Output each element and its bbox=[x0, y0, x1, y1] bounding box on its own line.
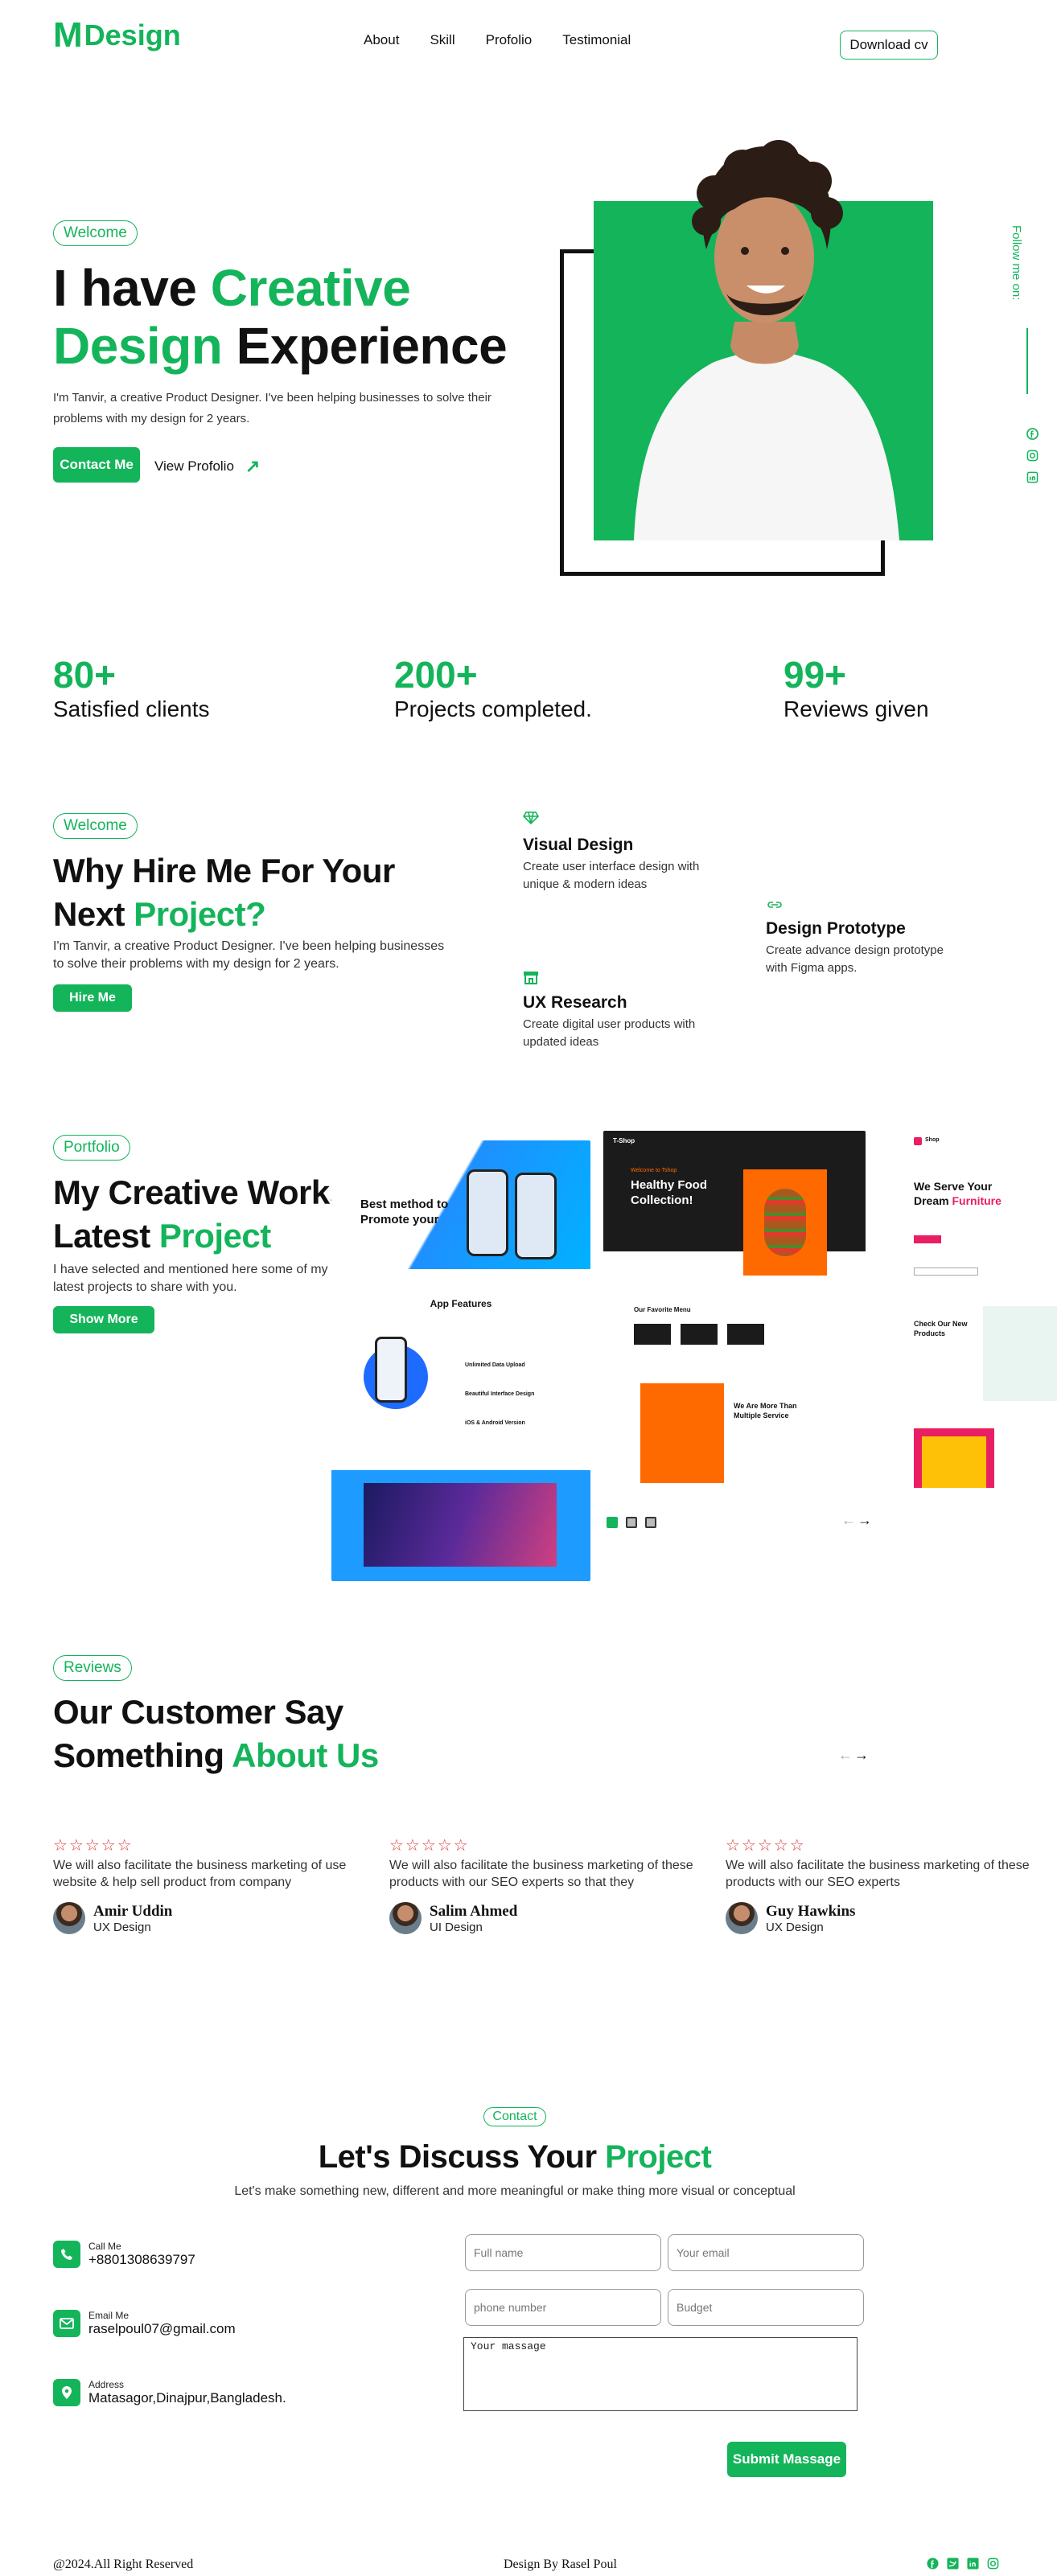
contact-email: Email Me raselpoul07@gmail.com bbox=[53, 2310, 236, 2337]
twitter-icon[interactable] bbox=[947, 2558, 959, 2570]
carousel-dot-1[interactable] bbox=[607, 1517, 618, 1528]
review-card: ☆☆☆☆☆ We will also facilitate the busine… bbox=[53, 1835, 375, 1934]
service-design-prototype: Design Prototype Create advance design p… bbox=[766, 899, 967, 977]
linkedin-icon[interactable] bbox=[1026, 471, 1038, 483]
stat-clients: 80+ Satisfied clients bbox=[53, 654, 210, 721]
contact-badge-wrap: Contact bbox=[0, 2107, 1030, 2126]
follow-label: Follow me on: bbox=[1010, 225, 1023, 301]
footer-copyright: @2024.All Right Reserved bbox=[53, 2558, 194, 2571]
location-pin-icon bbox=[53, 2379, 80, 2406]
download-cv-button[interactable]: Download cv bbox=[840, 31, 938, 60]
contact-call: Call Me +8801308639797 bbox=[53, 2241, 195, 2268]
contact-title: Let's Discuss Your Project bbox=[318, 2139, 712, 2175]
footer-credit: Design By Rasel Poul bbox=[504, 2558, 617, 2571]
rating-stars: ☆☆☆☆☆ bbox=[726, 1837, 806, 1855]
arrow-right-icon[interactable]: → bbox=[858, 1512, 872, 1529]
carousel-dot-2[interactable] bbox=[626, 1517, 637, 1528]
service-ux-research: UX Research Create digital user products… bbox=[523, 970, 724, 1051]
portfolio-card-furniture[interactable]: Shop We Serve Your Dream Furniture Check… bbox=[907, 1131, 1057, 1488]
reviews-title: Our Customer Say Something About Us bbox=[53, 1693, 379, 1774]
avatar bbox=[53, 1902, 85, 1934]
link-icon bbox=[767, 902, 782, 908]
message-textarea[interactable]: Your massage bbox=[463, 2337, 858, 2411]
stat-reviews: 99+ Reviews given bbox=[783, 654, 929, 721]
store-icon bbox=[524, 972, 538, 984]
why-badge: Welcome bbox=[53, 813, 138, 839]
contact-me-button[interactable]: Contact Me bbox=[53, 447, 140, 483]
hero-description: I'm Tanvir, a creative Product Designer.… bbox=[53, 391, 491, 425]
portfolio-title: My Creative Works Latest Project bbox=[53, 1173, 348, 1255]
app-card-hero-text: Best method to Promote your App bbox=[360, 1198, 466, 1226]
reviews-badge: Reviews bbox=[53, 1655, 132, 1681]
service-visual-design: Visual Design Create user interface desi… bbox=[522, 811, 724, 894]
linkedin-icon[interactable] bbox=[967, 2558, 979, 2570]
avatar bbox=[389, 1902, 422, 1934]
portfolio-badge: Portfolio bbox=[53, 1135, 130, 1161]
diamond-icon bbox=[522, 811, 540, 825]
hire-me-button[interactable]: Hire Me bbox=[53, 984, 132, 1012]
review-card: ☆☆☆☆☆ We will also facilitate the busine… bbox=[726, 1835, 1055, 1934]
follow-divider bbox=[1026, 328, 1028, 394]
why-title: Why Hire Me For Your Next Project? bbox=[53, 852, 395, 933]
logo-mark: M bbox=[53, 15, 83, 55]
carousel-dots bbox=[607, 1517, 656, 1528]
rating-stars: ☆☆☆☆☆ bbox=[389, 1837, 470, 1855]
nav-testimonial[interactable]: Testimonial bbox=[562, 32, 631, 48]
budget-input[interactable]: Budget bbox=[668, 2289, 864, 2326]
reviews-carousel-arrows: ← → bbox=[838, 1747, 869, 1764]
portfolio-card-app[interactable]: Best method to Promote your App App Feat… bbox=[331, 1140, 590, 1581]
portfolio-card-food[interactable]: T-Shop Welcome to Tshop Healthy Food Col… bbox=[603, 1131, 866, 1488]
portrait-illustration bbox=[634, 140, 899, 540]
instagram-icon[interactable] bbox=[1026, 450, 1038, 462]
hero-image bbox=[558, 137, 936, 576]
arrow-up-right-icon: ↗ bbox=[245, 456, 261, 476]
portfolio-carousel-arrows: ← → bbox=[841, 1512, 872, 1529]
avatar bbox=[726, 1902, 758, 1934]
mail-icon bbox=[53, 2310, 80, 2337]
arrow-left-icon[interactable]: ← bbox=[838, 1747, 853, 1764]
email-input[interactable]: Your email bbox=[668, 2234, 864, 2271]
phone-input[interactable]: phone number bbox=[465, 2289, 661, 2326]
arrow-left-icon[interactable]: ← bbox=[841, 1512, 856, 1529]
facebook-icon[interactable] bbox=[927, 2558, 939, 2570]
why-description: I'm Tanvir, a creative Product Designer.… bbox=[53, 939, 445, 971]
hero-badge: Welcome bbox=[53, 220, 138, 246]
hero-title: I have Creative Design Experience bbox=[53, 259, 508, 375]
nav-portfolio[interactable]: Profolio bbox=[486, 32, 533, 48]
portfolio-description: I have selected and mentioned here some … bbox=[53, 1263, 328, 1294]
stat-projects: 200+ Projects completed. bbox=[394, 654, 592, 721]
full-name-input[interactable]: Full name bbox=[465, 2234, 661, 2271]
carousel-dot-3[interactable] bbox=[645, 1517, 656, 1528]
nav-about[interactable]: About bbox=[364, 32, 399, 48]
facebook-icon[interactable] bbox=[1026, 428, 1038, 440]
nav-skill[interactable]: Skill bbox=[430, 32, 454, 48]
contact-subtitle: Let's make something new, different and … bbox=[234, 2184, 796, 2198]
contact-address: Address Matasagor,Dinajpur,Bangladesh. bbox=[53, 2379, 286, 2406]
phone-icon bbox=[53, 2241, 80, 2268]
logo[interactable]: M Design bbox=[53, 18, 181, 53]
logo-text: Design bbox=[84, 18, 181, 51]
rating-stars: ☆☆☆☆☆ bbox=[53, 1837, 134, 1855]
arrow-right-icon[interactable]: → bbox=[854, 1747, 869, 1764]
submit-message-button[interactable]: Submit Massage bbox=[727, 2442, 846, 2477]
contact-badge: Contact bbox=[483, 2107, 546, 2126]
view-portfolio-link[interactable]: View Profolio ↗ bbox=[154, 456, 260, 477]
app-features-title: App Features bbox=[430, 1298, 492, 1309]
review-card: ☆☆☆☆☆ We will also facilitate the busine… bbox=[389, 1835, 719, 1934]
follow-social bbox=[1026, 428, 1038, 483]
footer-social bbox=[927, 2558, 999, 2570]
instagram-icon[interactable] bbox=[987, 2558, 999, 2570]
show-more-button[interactable]: Show More bbox=[53, 1306, 154, 1333]
main-nav: About Skill Profolio Testimonial bbox=[364, 32, 631, 48]
